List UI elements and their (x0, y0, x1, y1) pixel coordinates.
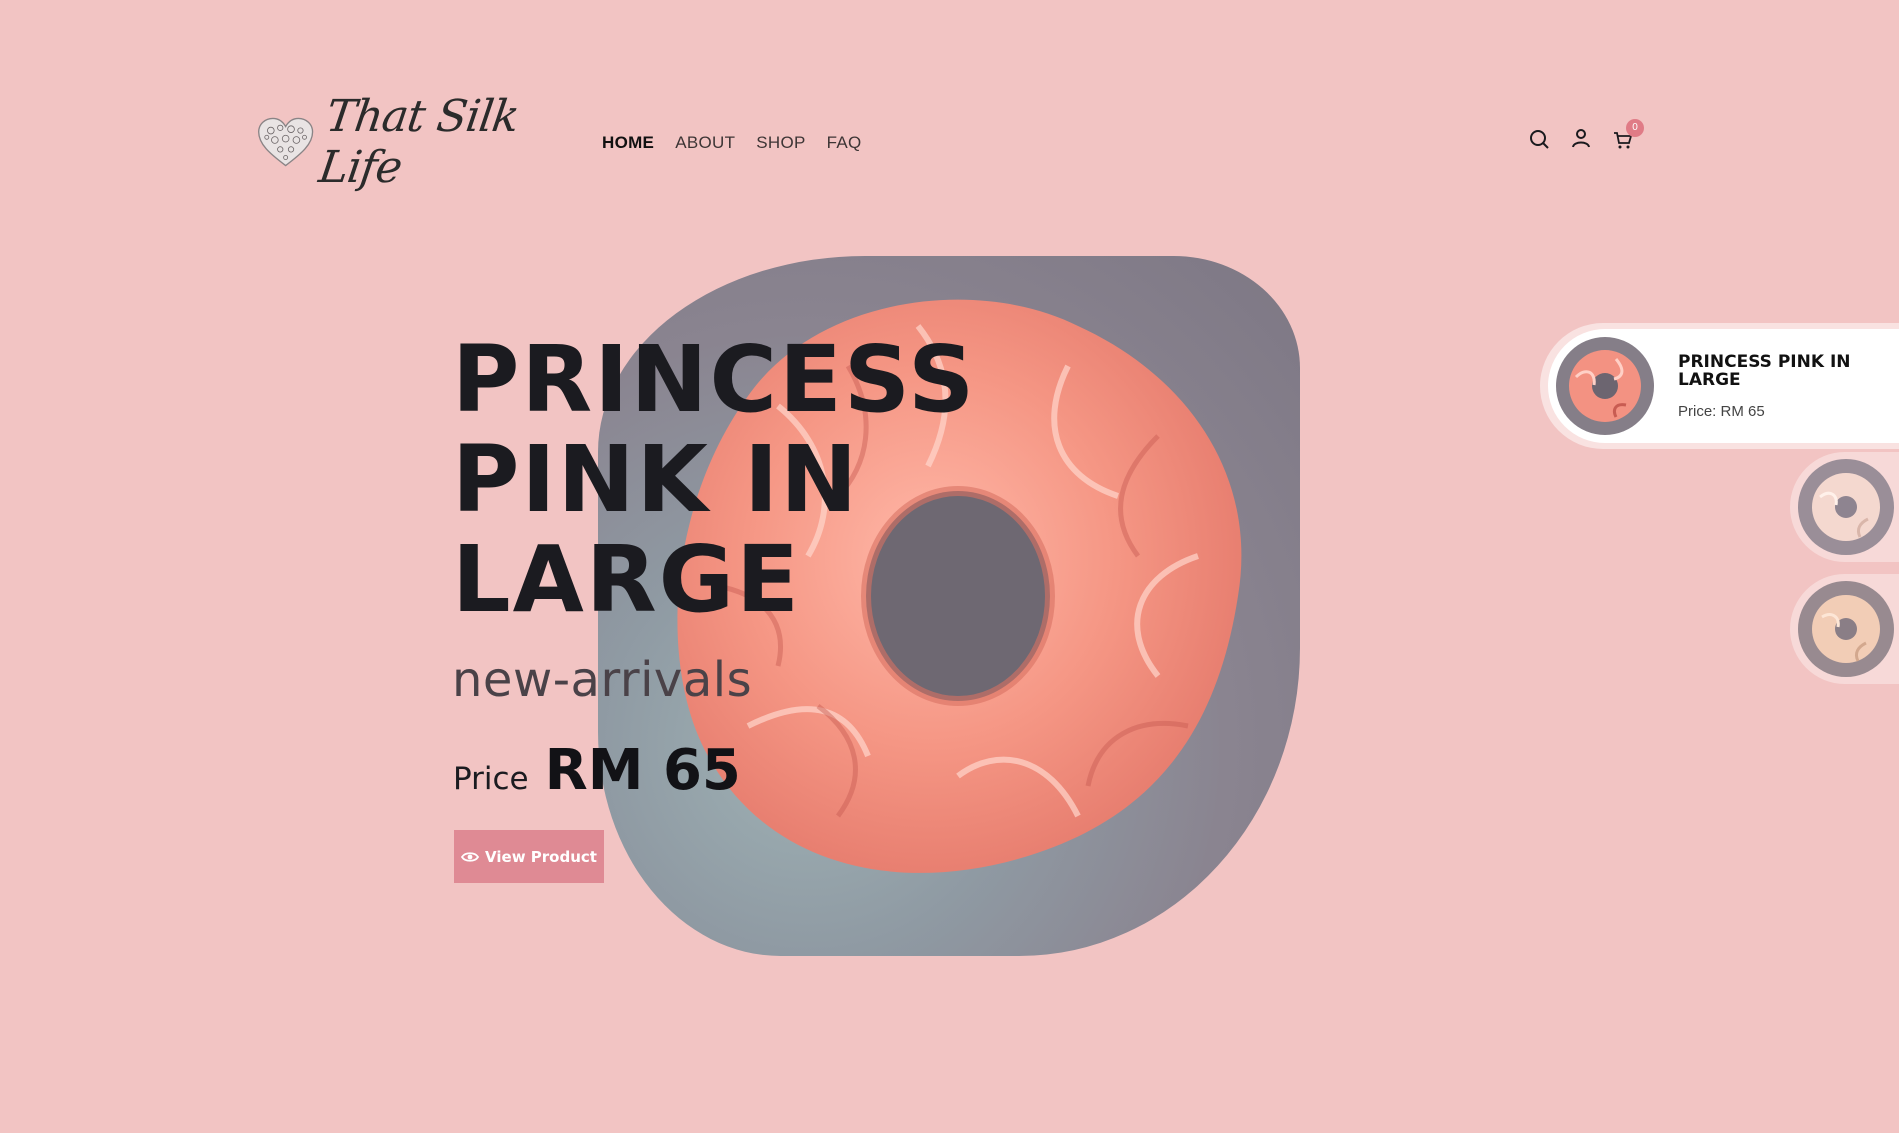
brand-name: That Silk Life (316, 91, 522, 193)
slider-item-title: PRINCESS PINK IN LARGE (1678, 351, 1851, 390)
nav-home[interactable]: HOME (602, 133, 654, 153)
view-product-label: View Product (485, 847, 597, 866)
main-nav: HOME ABOUT SHOP FAQ (602, 133, 862, 153)
slider-item-active[interactable]: PRINCESS PINK IN LARGE Price: RM 65 (1548, 329, 1899, 443)
hero-price: Price RM 65 (453, 738, 741, 803)
header-actions: 0 (1528, 119, 1644, 150)
user-icon[interactable] (1570, 128, 1592, 150)
slider-item-3[interactable] (1790, 574, 1899, 684)
heart-lace-icon (258, 117, 314, 167)
view-product-button[interactable]: View Product (454, 830, 604, 883)
cart-icon[interactable]: 0 (1612, 119, 1644, 150)
hero-title: PRINCESS PINK IN LARGE (452, 326, 977, 633)
search-icon[interactable] (1528, 128, 1550, 150)
price-label: Price (453, 761, 529, 797)
scrunchie-thumbnail (1798, 459, 1894, 555)
scrunchie-thumbnail (1798, 581, 1894, 677)
cart-count-badge: 0 (1626, 119, 1644, 137)
nav-faq[interactable]: FAQ (827, 133, 862, 153)
page: That Silk Life HOME ABOUT SHOP FAQ 0 PRI… (0, 0, 1899, 1133)
nav-about[interactable]: ABOUT (675, 133, 735, 153)
eye-icon (461, 851, 480, 862)
hero-category: new-arrivals (452, 652, 753, 708)
product-thumbnail (1556, 337, 1654, 435)
nav-shop[interactable]: SHOP (756, 133, 805, 153)
slider-item-2[interactable] (1790, 452, 1899, 562)
price-value: RM 65 (544, 738, 741, 803)
slider-item-price: Price: RM 65 (1678, 402, 1765, 420)
brand-logo[interactable]: That Silk Life (256, 91, 522, 193)
